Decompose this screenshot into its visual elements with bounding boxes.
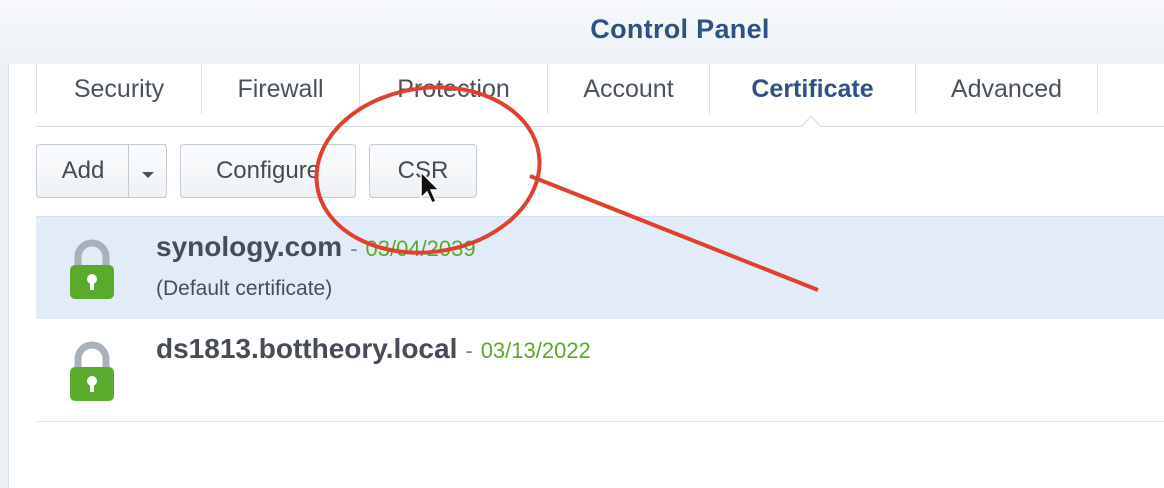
tab-certificate[interactable]: Certificate — [710, 64, 916, 114]
certificate-domain: synology.com — [156, 231, 343, 262]
lock-icon — [70, 341, 114, 401]
tab-firewall[interactable]: Firewall — [202, 64, 360, 114]
certificate-row[interactable]: synology.com -03/04/2039 (Default certifi… — [36, 216, 1164, 319]
certificate-row[interactable]: ds1813.bottheory.local -03/13/2022 — [36, 319, 1164, 422]
configure-button[interactable]: Configure — [180, 144, 356, 198]
tab-bar: Security Firewall Protection Account Cer… — [36, 64, 1164, 127]
tab-protection[interactable]: Protection — [360, 64, 548, 114]
expiry-date: 03/04/2039 — [365, 236, 476, 261]
window-title: Control Panel — [590, 14, 770, 44]
active-tab-pointer — [801, 115, 821, 127]
certificate-name: synology.com -03/04/2039 — [156, 231, 476, 263]
sidebar-edge — [0, 64, 9, 488]
add-dropdown-button[interactable] — [128, 144, 167, 198]
title-bar: Control Panel — [0, 0, 1164, 64]
separator: - — [350, 236, 358, 261]
certificate-domain: ds1813.bottheory.local — [156, 333, 458, 364]
expiry-date: 03/13/2022 — [480, 338, 591, 363]
lock-icon — [70, 239, 114, 299]
csr-button[interactable]: CSR — [369, 144, 477, 198]
tab-advanced[interactable]: Advanced — [916, 64, 1098, 114]
tab-security[interactable]: Security — [36, 64, 202, 114]
certificate-name: ds1813.bottheory.local -03/13/2022 — [156, 333, 591, 365]
tab-account[interactable]: Account — [548, 64, 710, 114]
separator: - — [465, 338, 473, 363]
chevron-down-icon — [142, 172, 154, 178]
add-button-label: Add — [61, 157, 105, 184]
certificate-note: (Default certificate) — [156, 277, 333, 300]
